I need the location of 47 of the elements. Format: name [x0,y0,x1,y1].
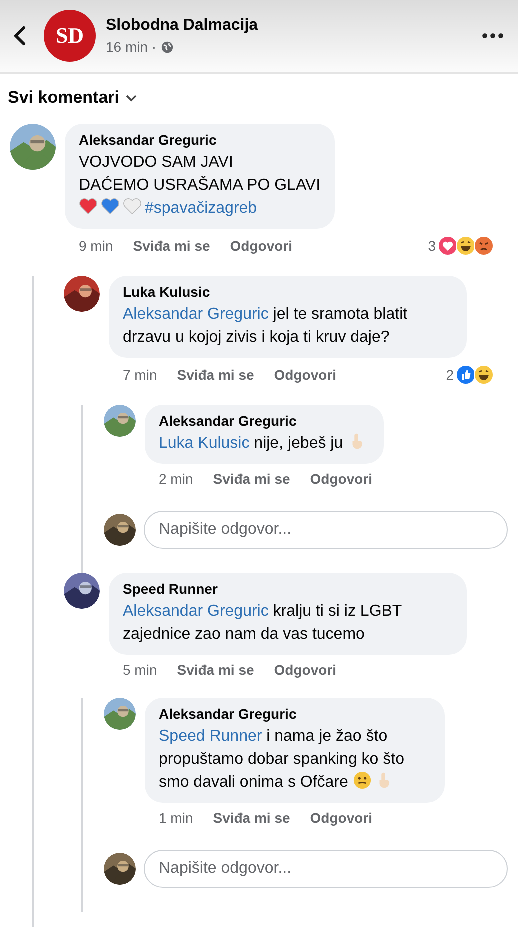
mention-link[interactable]: Aleksandar Greguric [123,603,269,620]
more-icon[interactable] [482,33,504,39]
like-link[interactable]: Sviđa mi se [213,810,290,826]
thumbs-up-icon [456,365,476,385]
comment-time: 9 min [79,238,114,254]
comment-text: Luka Kulusic nije, jebeš ju [159,432,370,455]
reaction-count: 3 [428,238,436,254]
laughing-icon [456,236,476,256]
reply-link[interactable]: Odgovori [310,810,373,826]
post-time: 16 min · [106,39,157,55]
like-link[interactable]: Sviđa mi se [133,238,210,254]
comment-text: VOJVODO SAM JAVI DAĆEMO USRAŠAMA PO GLAVI #spavačizagreb [79,153,321,219]
like-link[interactable]: Sviđa mi se [177,662,254,678]
author-name[interactable]: Aleksandar Greguric [159,706,431,722]
reply-link[interactable]: Odgovori [230,238,293,254]
back-icon[interactable] [12,25,28,47]
chevron-down-icon[interactable] [126,94,136,102]
angry-icon [474,236,494,256]
filter-label[interactable]: Svi komentari [8,88,120,108]
laughing-icon [474,365,494,385]
reply-field[interactable]: Napišite odgovor... [144,850,508,888]
mention-link[interactable]: Speed Runner [159,728,262,745]
hashtag-link[interactable]: #spavačizagreb [145,200,258,217]
comment-time: 1 min [159,810,194,826]
page-logo[interactable]: SD [44,10,96,62]
comment-text: Aleksandar Greguric kralju ti si iz LGBT zajednice zao nam da vas tucemo [123,602,403,645]
reply-link[interactable]: Odgovori [274,367,337,383]
page-name[interactable]: Slobodna Dalmacija [106,17,482,35]
author-name[interactable]: Aleksandar Greguric [159,413,370,429]
mention-link[interactable]: Aleksandar Greguric [123,306,269,323]
mention-link[interactable]: Luka Kulusic [159,435,250,452]
heart-reaction-icon [438,236,458,256]
reply-link[interactable]: Odgovori [310,471,373,487]
reply-link[interactable]: Odgovori [274,662,337,678]
comment-time: 5 min [123,662,158,678]
reaction-count: 2 [446,367,454,383]
comment-text: Aleksandar Greguric jel te sramota blatit drzavu u kojoj zivis i koja ti kruv daje? [123,305,409,348]
like-link[interactable]: Sviđa mi se [213,471,290,487]
author-name[interactable]: Aleksandar Greguric [79,132,321,148]
reply-field[interactable]: Napišite odgovor... [144,511,508,549]
comment-text: Speed Runner i nama je žao što propuštamo dobar spanking ko što smo davali onima s Ofčare [159,727,406,793]
author-name[interactable]: Luka Kulusic [123,284,453,300]
comment-time: 2 min [159,471,194,487]
like-link[interactable]: Sviđa mi se [177,367,254,383]
globe-icon [160,40,174,54]
author-name[interactable]: Speed Runner [123,581,453,597]
comment-time: 7 min [123,367,158,383]
